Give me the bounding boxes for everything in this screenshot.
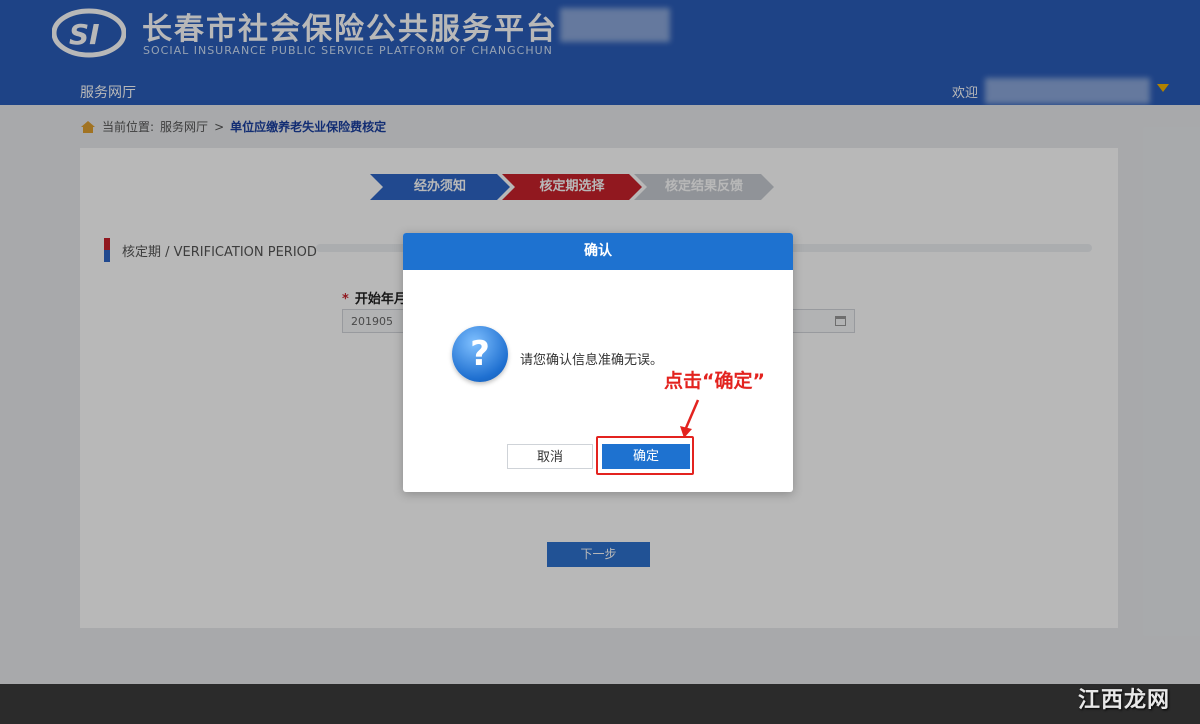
annotation-text: 点击“确定” — [664, 370, 765, 392]
watermark: 江西龙网 — [1077, 688, 1170, 713]
annotation-arrow-icon — [680, 399, 700, 438]
question-icon: ? — [452, 326, 508, 382]
cancel-button[interactable]: 取消 — [507, 444, 593, 469]
page-footer — [0, 684, 1200, 724]
highlight-box — [596, 436, 694, 475]
dialog-title: 确认 — [403, 233, 793, 270]
dialog-message: 请您确认信息准确无误。 — [520, 353, 664, 368]
